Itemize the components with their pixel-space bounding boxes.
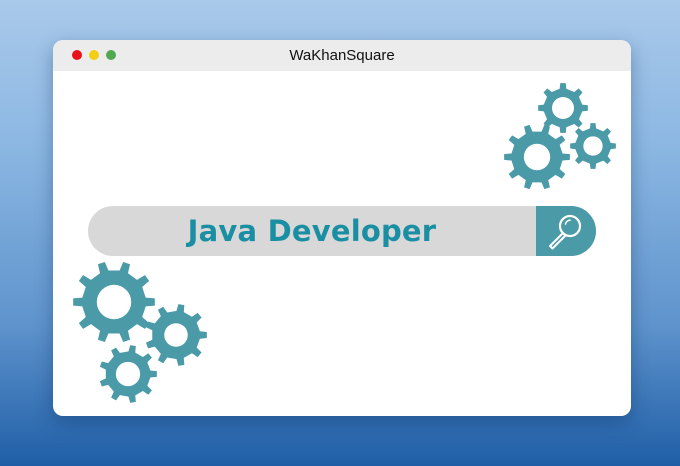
gear-icon	[73, 262, 155, 342]
magnifier-icon	[549, 214, 582, 250]
gear-icon	[99, 345, 157, 403]
gear-icon	[504, 124, 570, 190]
search-bar[interactable]: Java Developer	[88, 206, 596, 256]
gear-icon	[570, 123, 616, 169]
search-query[interactable]: Java Developer	[88, 206, 536, 256]
app-window: WaKhanSquare Java Developer	[53, 40, 631, 416]
search-button[interactable]	[536, 206, 596, 256]
gear-icon	[145, 304, 207, 366]
